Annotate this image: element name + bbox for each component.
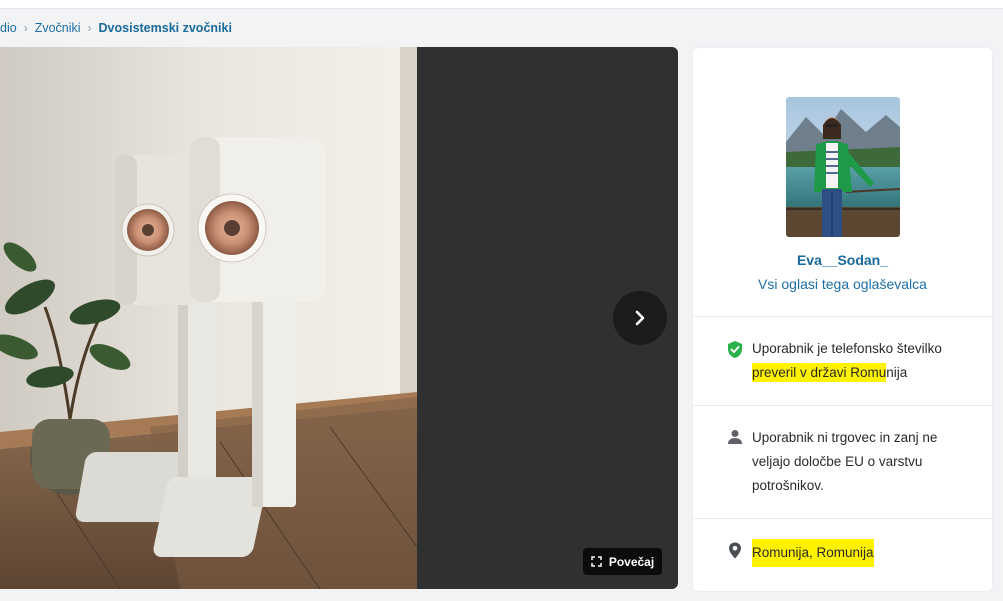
person-icon xyxy=(726,426,744,498)
location-row: Romunija, Romunija xyxy=(726,539,976,567)
seller-card: Eva__Sodan_ Vsi oglasi tega oglaševalca … xyxy=(692,47,993,592)
image-gallery: Povečaj xyxy=(0,47,678,589)
consumer-protection-notice: Uporabnik ni trgovec in zanj ne veljajo … xyxy=(726,426,976,498)
consumer-line-2: veljajo določbe EU o varstvu xyxy=(752,454,923,469)
seller-name[interactable]: Eva__Sodan_ xyxy=(693,252,992,268)
location-text: Romunija, Romunija xyxy=(752,539,874,567)
highlighted-text: preveril v državi Romu xyxy=(752,363,887,382)
product-photo[interactable] xyxy=(0,47,417,589)
divider xyxy=(693,518,992,519)
divider xyxy=(693,405,992,406)
breadcrumb-item-current[interactable]: Dvosistemski zvočniki xyxy=(99,21,232,35)
fullscreen-icon xyxy=(591,556,602,567)
zoom-button[interactable]: Povečaj xyxy=(583,548,662,575)
verified-line-2: preveril v državi Romunija xyxy=(752,361,942,385)
chevron-right-icon: › xyxy=(87,21,92,35)
top-bar xyxy=(0,0,1003,9)
verified-line-1: Uporabnik je telefonsko številko xyxy=(752,341,942,356)
consumer-line-1: Uporabnik ni trgovec in zanj ne xyxy=(752,430,938,445)
verified-phone-notice: Uporabnik je telefonsko številko preveri… xyxy=(726,337,976,385)
next-image-button[interactable] xyxy=(613,291,667,345)
consumer-line-3: potrošnikov. xyxy=(752,478,824,493)
chevron-right-icon: › xyxy=(23,21,28,35)
breadcrumb: dio › Zvočniki › Dvosistemski zvočniki xyxy=(0,18,232,38)
zoom-label: Povečaj xyxy=(608,554,655,569)
breadcrumb-item-audio[interactable]: dio xyxy=(0,21,17,35)
location-pin-icon xyxy=(726,539,744,567)
chevron-right-icon xyxy=(635,310,645,326)
all-ads-link[interactable]: Vsi oglasi tega oglaševalca xyxy=(693,276,992,292)
shield-check-icon xyxy=(726,337,744,385)
avatar[interactable] xyxy=(786,97,900,237)
verified-line-2-tail: nija xyxy=(886,365,908,380)
divider xyxy=(693,316,992,317)
breadcrumb-item-speakers[interactable]: Zvočniki xyxy=(35,21,81,35)
